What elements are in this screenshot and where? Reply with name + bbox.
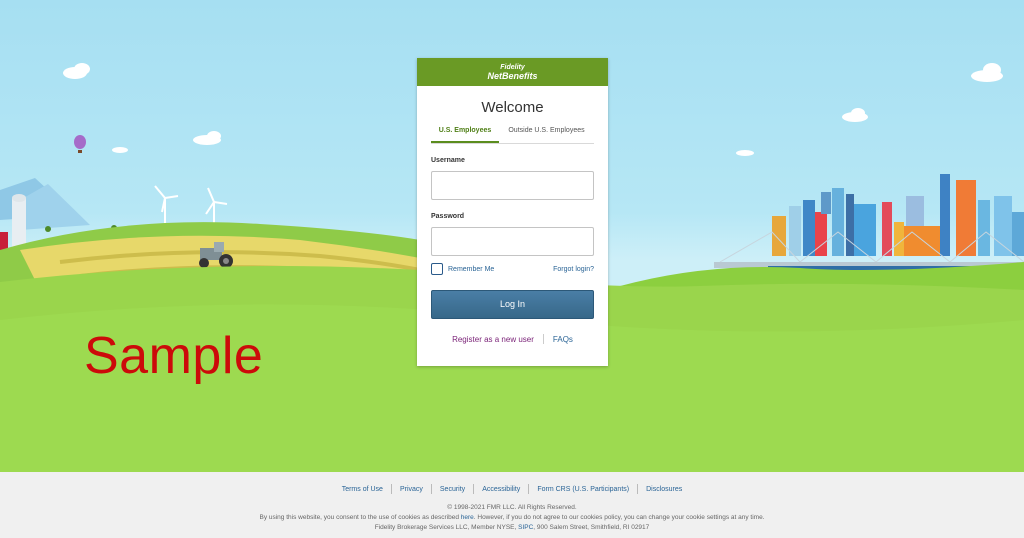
- cookie-text-before: By using this website, you consent to th…: [259, 514, 459, 521]
- login-card: Fidelity NetBenefits Welcome U.S. Employ…: [417, 58, 608, 366]
- cloud-icon: [736, 150, 754, 156]
- faqs-link[interactable]: FAQs: [553, 335, 573, 344]
- cloud-icon: [971, 63, 1003, 82]
- password-input[interactable]: [431, 227, 594, 256]
- footer-link-privacy[interactable]: Privacy: [400, 486, 423, 493]
- footer-divider: [473, 484, 475, 494]
- page-footer: Terms of Use Privacy Security Accessibil…: [0, 472, 1024, 538]
- employee-tabs: U.S. Employees Outside U.S. Employees: [431, 127, 594, 144]
- cookie-text-after: . However, if you do not agree to our co…: [473, 514, 765, 521]
- footer-divider: [637, 484, 639, 494]
- login-button[interactable]: Log In: [431, 290, 594, 319]
- register-link[interactable]: Register as a new user: [452, 335, 534, 344]
- sipc-link[interactable]: SIPC: [518, 524, 533, 531]
- cloud-icon: [63, 63, 90, 79]
- copyright-text: © 1998-2021 FMR LLC. All Rights Reserved…: [447, 504, 577, 511]
- hot-air-balloon-icon: [74, 135, 86, 153]
- footer-link-terms[interactable]: Terms of Use: [342, 486, 383, 493]
- link-divider: [542, 334, 544, 344]
- fidelity-netbenefits-logo: Fidelity NetBenefits: [487, 64, 538, 81]
- password-label: Password: [431, 213, 465, 220]
- footer-link-form-crs[interactable]: Form CRS (U.S. Participants): [537, 486, 629, 493]
- card-links: Register as a new user FAQs: [417, 334, 608, 344]
- forgot-login-link[interactable]: Forgot login?: [553, 266, 594, 273]
- broker-text-after: , 900 Salem Street, Smithfield, RI 02917: [533, 524, 650, 531]
- cloud-icon: [193, 131, 221, 145]
- footer-link-security[interactable]: Security: [440, 486, 465, 493]
- username-label: Username: [431, 157, 465, 164]
- footer-divider: [430, 484, 432, 494]
- tab-outside-us-employees[interactable]: Outside U.S. Employees: [499, 127, 594, 143]
- footer-link-disclosures[interactable]: Disclosures: [646, 486, 682, 493]
- username-input[interactable]: [431, 171, 594, 200]
- cookie-here-link[interactable]: here: [461, 514, 474, 521]
- logo-line-2: NetBenefits: [487, 71, 538, 81]
- footer-divider: [390, 484, 392, 494]
- cookie-notice: By using this website, you consent to th…: [0, 513, 1024, 523]
- tab-us-employees[interactable]: U.S. Employees: [431, 127, 499, 143]
- footer-link-accessibility[interactable]: Accessibility: [482, 486, 520, 493]
- sample-watermark: Sample: [84, 327, 264, 385]
- card-header: Fidelity NetBenefits: [417, 58, 608, 86]
- cloud-icon: [842, 108, 868, 122]
- remember-me-checkbox[interactable]: [431, 263, 443, 275]
- cloud-icon: [112, 147, 128, 153]
- remember-me[interactable]: Remember Me: [431, 263, 494, 275]
- footer-divider: [528, 484, 530, 494]
- remember-me-label[interactable]: Remember Me: [448, 266, 494, 273]
- broker-text-before: Fidelity Brokerage Services LLC, Member …: [374, 524, 517, 531]
- login-options-row: Remember Me Forgot login?: [431, 263, 594, 275]
- welcome-title: Welcome: [481, 99, 544, 116]
- broker-info: Fidelity Brokerage Services LLC, Member …: [0, 523, 1024, 533]
- footer-legal: © 1998-2021 FMR LLC. All Rights Reserved…: [0, 503, 1024, 533]
- footer-links: Terms of Use Privacy Security Accessibil…: [0, 484, 1024, 494]
